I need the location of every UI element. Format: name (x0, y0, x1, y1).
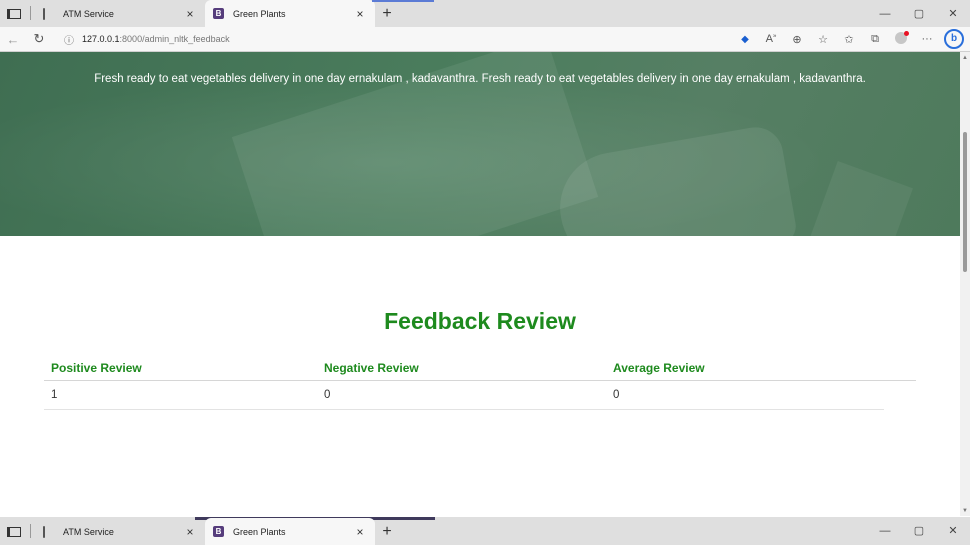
minimize-button[interactable]: — (868, 0, 902, 27)
bottom-tab-bar: ATM Service × B Green Plants × + — ▢ ✕ (0, 517, 970, 545)
browser-toolbar-icons: ◆ A» ⊕ ☆ ✩ ⧉ ··· b (732, 27, 970, 51)
average-review-value: 0 (613, 389, 620, 401)
tab-green-plants[interactable]: B Green Plants × (205, 518, 375, 545)
page-viewport: Fresh ready to eat vegetables delivery i… (0, 52, 960, 516)
tab-atm-service[interactable]: ATM Service × (35, 0, 205, 27)
new-tab-button[interactable]: + (375, 0, 399, 27)
header-positive-review: Positive Review (51, 361, 142, 375)
restore-button[interactable]: ▢ (902, 517, 936, 544)
tab-actions-icon[interactable] (0, 518, 28, 545)
url-path: :8000/admin_nltk_feedback (119, 34, 230, 44)
hero-banner: Fresh ready to eat vegetables delivery i… (0, 52, 960, 299)
read-aloud-icon[interactable]: A» (758, 33, 784, 45)
tab-title: Green Plants (233, 8, 286, 19)
back-arrow-icon[interactable]: ← (0, 32, 26, 47)
url-host: 127.0.0.1 (82, 34, 120, 44)
tab-green-plants[interactable]: B Green Plants × (205, 0, 375, 27)
table-header-row: Positive Review Negative Review Average … (44, 356, 916, 381)
scroll-down-icon[interactable]: ▼ (962, 508, 968, 514)
close-window-button[interactable]: ✕ (936, 0, 970, 27)
vertical-scrollbar[interactable]: ▲ ▼ (960, 52, 970, 516)
page-icon (43, 525, 54, 538)
tab-title: ATM Service (63, 526, 114, 537)
refresh-icon[interactable]: ↻ (26, 31, 52, 47)
tab-actions-icon[interactable] (0, 0, 28, 27)
tab-loading-indicator (372, 0, 434, 2)
tab-close-icon[interactable]: × (353, 7, 367, 21)
scrollbar-thumb[interactable] (963, 132, 967, 272)
negative-review-value: 0 (324, 389, 331, 401)
page-icon (43, 7, 54, 20)
browser-tab-bar: ATM Service × B Green Plants × + — ▢ ✕ (0, 0, 970, 27)
tab-close-icon[interactable]: × (183, 525, 197, 539)
collections-icon[interactable]: ⧉ (862, 33, 888, 46)
hero-background-shape (807, 161, 913, 273)
hero-background-shape (551, 122, 799, 282)
tab-close-icon[interactable]: × (183, 7, 197, 21)
scroll-up-icon[interactable]: ▲ (962, 55, 968, 61)
header-negative-review: Negative Review (324, 361, 419, 375)
header-average-review: Average Review (613, 361, 705, 375)
restore-button[interactable]: ▢ (902, 0, 936, 27)
url-field[interactable]: ⓘ 127.0.0.1:8000/admin_nltk_feedback (58, 30, 678, 48)
bootstrap-icon: B (213, 8, 224, 19)
bing-icon[interactable]: b (944, 29, 964, 49)
favorite-add-icon[interactable]: ☆ (810, 33, 836, 46)
positive-review-value: 1 (51, 389, 58, 401)
hero-text: Fresh ready to eat vegetables delivery i… (94, 73, 866, 85)
tab-separator (30, 6, 31, 20)
table-row: 1 0 0 (44, 381, 884, 410)
address-toolbar: ← ↻ ⓘ 127.0.0.1:8000/admin_nltk_feedback… (0, 27, 970, 52)
tab-separator (30, 524, 31, 538)
feedback-title: Feedback Review (384, 308, 576, 334)
tab-close-icon[interactable]: × (353, 525, 367, 539)
close-window-button[interactable]: ✕ (936, 517, 970, 544)
bootstrap-icon: B (213, 526, 224, 537)
tab-atm-service[interactable]: ATM Service × (35, 518, 205, 545)
new-tab-button[interactable]: + (375, 518, 399, 545)
window-controls: — ▢ ✕ (868, 517, 970, 544)
window-controls: — ▢ ✕ (868, 0, 970, 27)
zoom-icon[interactable]: ⊕ (784, 33, 810, 46)
site-info-icon[interactable]: ⓘ (64, 32, 74, 47)
more-menu-icon[interactable]: ··· (914, 33, 940, 45)
hero-background-image (231, 52, 599, 299)
tag-icon[interactable]: ◆ (732, 34, 758, 45)
minimize-button[interactable]: — (868, 517, 902, 544)
favorites-icon[interactable]: ✩ (836, 33, 862, 46)
profile-avatar[interactable] (888, 30, 914, 47)
feedback-table: Positive Review Negative Review Average … (44, 356, 916, 410)
tab-title: Green Plants (233, 526, 286, 537)
tab-title: ATM Service (63, 8, 114, 19)
